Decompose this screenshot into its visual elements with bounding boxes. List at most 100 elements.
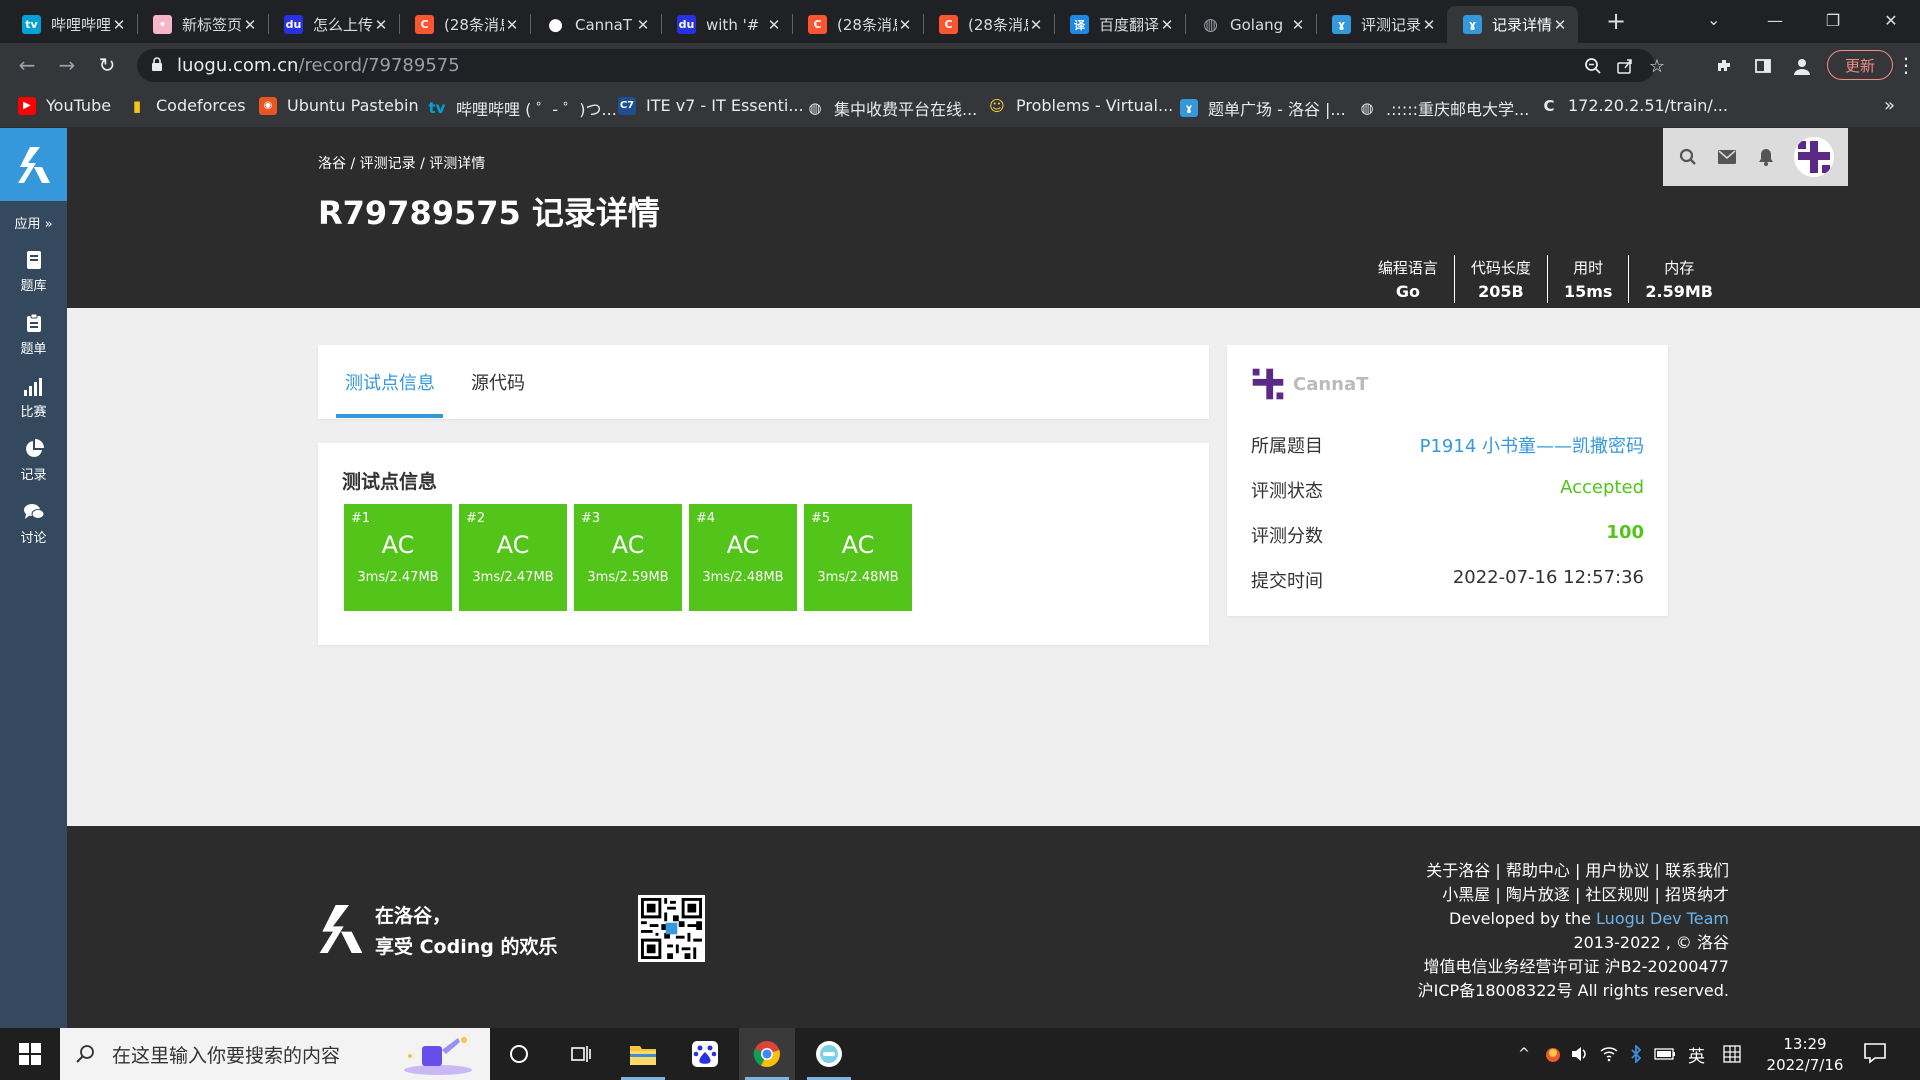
bluetooth-icon[interactable] <box>1630 1045 1642 1063</box>
browser-menu-icon[interactable]: ⋮ <box>1896 53 1916 77</box>
close-tab-icon[interactable]: ✕ <box>504 16 520 34</box>
bell-icon[interactable] <box>1755 146 1777 168</box>
close-tab-icon[interactable]: ✕ <box>766 16 782 34</box>
battery-icon[interactable] <box>1654 1047 1676 1061</box>
close-tab-icon[interactable]: ✕ <box>1028 16 1044 34</box>
browser-tab[interactable]: C (28条消息)✕ <box>923 6 1054 43</box>
reload-button[interactable]: ↻ <box>92 50 122 80</box>
testcase-block[interactable]: #4 AC 3ms/2.48MB <box>689 504 797 611</box>
bookmark-item[interactable]: tv 哔哩哔哩 ( ゜- ゜)つ... <box>428 96 617 120</box>
taskbar-chrome[interactable] <box>739 1028 795 1080</box>
side-panel-icon[interactable] <box>1751 54 1775 78</box>
browser-tab[interactable]: 译百度翻译 ✕ <box>1054 6 1185 43</box>
footer-links-row1[interactable]: 关于洛谷 | 帮助中心 | 用户协议 | 联系我们 <box>1418 859 1729 883</box>
tab-source-code[interactable]: 源代码 <box>471 369 525 395</box>
apps-menu[interactable]: 应用 » <box>0 213 67 232</box>
tab-testcases[interactable]: 测试点信息 <box>345 369 435 395</box>
volume-icon[interactable] <box>1570 1045 1588 1063</box>
bookmark-item[interactable]: ◉ Ubuntu Pastebin <box>259 96 419 115</box>
zoom-icon[interactable] <box>1582 55 1604 77</box>
sidebar-item-problems[interactable]: 题库 <box>0 240 67 303</box>
wifi-icon[interactable] <box>1600 1045 1618 1063</box>
browser-tab[interactable]: ɣ 记录详情 ✕ <box>1447 6 1578 43</box>
restore-button[interactable]: ❐ <box>1804 0 1862 40</box>
update-button[interactable]: 更新 <box>1827 50 1893 80</box>
problem-link[interactable]: P1914 小书童——凯撒密码 <box>1420 432 1644 458</box>
breadcrumb[interactable]: 洛谷 / 评测记录 / 评测详情 <box>318 153 485 173</box>
baidu-icon: du <box>284 15 303 34</box>
system-clock[interactable]: 13:29 2022/7/16 <box>1760 1034 1850 1076</box>
close-window-button[interactable]: ✕ <box>1862 0 1920 40</box>
taskbar-file-explorer[interactable] <box>615 1028 671 1080</box>
testcase-block[interactable]: #2 AC 3ms/2.47MB <box>459 504 567 611</box>
bookmark-item[interactable]: ▮ Codeforces <box>128 96 246 115</box>
close-tab-icon[interactable]: ✕ <box>1421 16 1437 34</box>
taskbar-search-box[interactable]: 在这里输入你要搜索的内容 <box>60 1028 490 1080</box>
footer-links-row2[interactable]: 小黑屋 | 陶片放逐 | 社区规则 | 招贤纳才 <box>1418 883 1729 907</box>
testcase-block[interactable]: #5 AC 3ms/2.48MB <box>804 504 912 611</box>
browser-tab[interactable]: C (28条消息)✕ <box>792 6 923 43</box>
extensions-icon[interactable] <box>1712 54 1736 78</box>
sidebar-item-contest[interactable]: 比赛 <box>0 366 67 429</box>
testcase-block[interactable]: #1 AC 3ms/2.47MB <box>344 504 452 611</box>
search-icon[interactable] <box>1677 146 1699 168</box>
new-tab-button[interactable]: + <box>1600 6 1632 38</box>
ime-grid-icon[interactable] <box>1723 1045 1741 1063</box>
address-bar[interactable]: luogu.com.cn/record/79789575 ☆ <box>137 49 1665 82</box>
share-icon[interactable] <box>1614 55 1636 77</box>
username[interactable]: CannaT <box>1293 374 1368 395</box>
browser-tab[interactable]: ◍ Golang ✕ <box>1185 6 1316 43</box>
close-tab-icon[interactable]: ✕ <box>1159 16 1175 34</box>
minimize-button[interactable]: — <box>1746 0 1804 40</box>
avatar[interactable] <box>1793 137 1834 177</box>
bookmark-item[interactable]: C7 ITE v7 - IT Essenti... <box>618 96 804 115</box>
browser-tab[interactable]: C (28条消息)✕ <box>399 6 530 43</box>
browser-tab[interactable]: tv 哔哩哔哩 ✕ <box>6 6 137 43</box>
task-view-button[interactable] <box>553 1028 609 1080</box>
ime-indicator[interactable]: 英 <box>1688 1042 1705 1067</box>
bookmark-item[interactable]: ◍ 集中收费平台在线... <box>806 96 977 120</box>
submitter[interactable]: CannaT <box>1251 367 1368 401</box>
close-tab-icon[interactable]: ✕ <box>635 16 651 34</box>
bookmark-item[interactable]: ◍ .:::::重庆邮电大学... <box>1358 96 1529 120</box>
browser-tab[interactable]: ɣ 评测记录 ✕ <box>1316 6 1447 43</box>
profile-icon[interactable] <box>1790 54 1814 78</box>
browser-tab[interactable]: ● CannaT ✕ <box>530 6 661 43</box>
tray-expand-icon[interactable]: ^ <box>1512 1046 1536 1062</box>
testcase-block[interactable]: #3 AC 3ms/2.59MB <box>574 504 682 611</box>
close-tab-icon[interactable]: ✕ <box>1552 16 1568 34</box>
close-tab-icon[interactable]: ✕ <box>242 16 258 34</box>
bookmark-item[interactable]: ɣ 题单广场 - 洛谷 |... <box>1180 96 1346 120</box>
sidebar-item-training[interactable]: 题单 <box>0 303 67 366</box>
taskbar-baidu-netdisk[interactable] <box>677 1028 733 1080</box>
bookmark-item[interactable]: C 172.20.2.51/train/... <box>1540 96 1728 115</box>
bookmarks-overflow-icon[interactable]: » <box>1884 95 1895 116</box>
sidebar-item-discuss[interactable]: 讨论 <box>0 492 67 555</box>
browser-tab[interactable]: du with '# ✕ <box>661 6 792 43</box>
back-button[interactable]: ← <box>12 50 42 80</box>
luogu-logo[interactable] <box>0 128 67 201</box>
footer-license[interactable]: 增值电信业务经营许可证 沪B2-20200477 <box>1418 955 1729 979</box>
taskbar-app-go[interactable] <box>801 1028 857 1080</box>
bookmark-item[interactable]: ▶ YouTube <box>18 96 111 115</box>
tray-app-icon[interactable] <box>1544 1045 1562 1063</box>
mail-icon[interactable] <box>1716 146 1738 168</box>
browser-tab[interactable]: du 怎么上传 ✕ <box>268 6 399 43</box>
close-tab-icon[interactable]: ✕ <box>373 16 389 34</box>
tab-search-chevron-icon[interactable]: ⌄ <box>1707 10 1720 29</box>
close-tab-icon[interactable]: ✕ <box>897 16 913 34</box>
cortana-button[interactable] <box>491 1028 547 1080</box>
bookmark-star-icon[interactable]: ☆ <box>1646 55 1668 77</box>
windows-start-button[interactable] <box>0 1028 60 1080</box>
close-tab-icon[interactable]: ✕ <box>111 16 127 34</box>
csdn-icon: C <box>939 15 958 34</box>
browser-tab[interactable]: • 新标签页 ✕ <box>137 6 268 43</box>
dev-team-link[interactable]: Luogu Dev Team <box>1596 909 1729 928</box>
bookmark-label: 集中收费平台在线... <box>834 100 978 119</box>
footer-icp[interactable]: 沪ICP备18008322号 All rights reserved. <box>1418 979 1729 1003</box>
close-tab-icon[interactable]: ✕ <box>1290 16 1306 34</box>
bookmark-item[interactable]: ☺ Problems - Virtual... <box>988 96 1173 115</box>
notification-center-icon[interactable] <box>1862 1040 1888 1066</box>
forward-button[interactable]: → <box>52 50 82 80</box>
sidebar-item-record[interactable]: 记录 <box>0 429 67 492</box>
